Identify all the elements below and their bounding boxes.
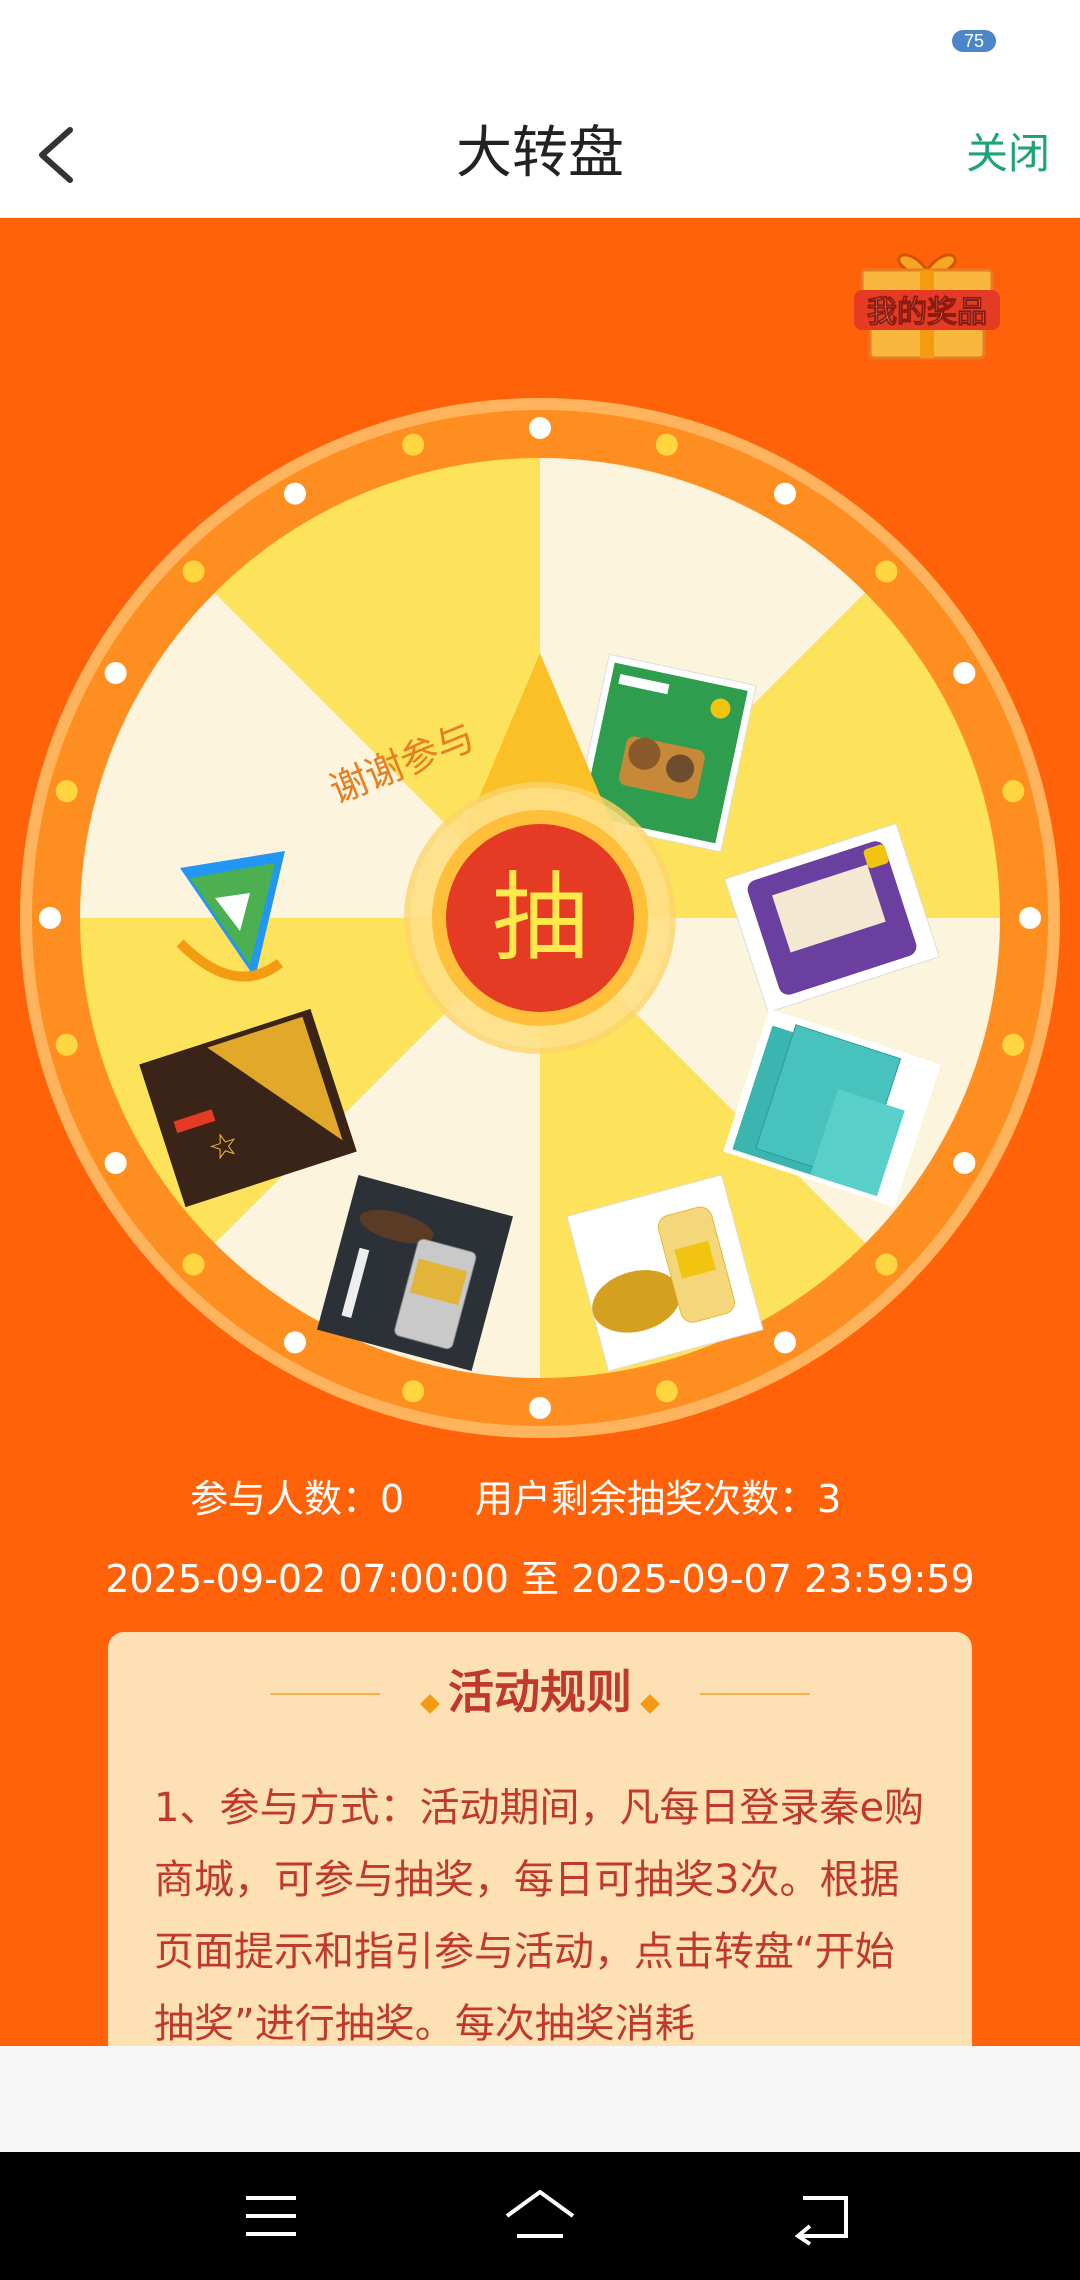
rules-card: 活动规则 1、参与方式：活动期间，凡每日登录秦e购商城，可参与抽奖，每日可抽奖3… <box>108 1632 972 2046</box>
stats-row: 参与人数：0 用户剩余抽奖次数：3 <box>0 1468 1080 1548</box>
menu-icon <box>246 2196 296 2236</box>
gift-box-icon: 我的奖品 <box>854 253 1000 360</box>
rim-light <box>39 907 61 929</box>
rim-light <box>402 1380 425 1403</box>
close-button[interactable]: 关闭 <box>966 90 1050 218</box>
rim-light <box>284 482 306 505</box>
rim-light <box>1002 1033 1025 1056</box>
rim-light <box>402 433 425 456</box>
draw-button[interactable]: 抽 <box>432 810 648 1026</box>
lucky-wheel: ☆ 谢谢参与 抽 <box>20 398 1060 1438</box>
divider-right <box>700 1693 810 1695</box>
nav-bar: 大转盘 关闭 <box>0 90 1080 218</box>
rules-header: 活动规则 <box>108 1662 972 1722</box>
lucky-wheel-page: 我的奖品 ☆ 谢谢参与 抽 参与人数：0 用户剩余抽奖次数：3 2025-09-… <box>0 218 1080 2046</box>
rim-light <box>875 560 898 583</box>
rim-light <box>55 1033 78 1056</box>
system-navigation-bar <box>0 2152 1080 2280</box>
back-system-button[interactable] <box>778 2186 868 2246</box>
activity-date-range: 2025-09-02 07:00:00 至 2025-09-07 23:59:5… <box>105 1557 975 1601</box>
rim-light <box>182 1253 205 1276</box>
return-icon <box>794 2196 848 2246</box>
diamond-icon <box>420 1693 440 1714</box>
rim-light <box>875 1253 898 1276</box>
status-bar: 75 <box>0 0 1080 90</box>
participants-count: 参与人数：0 <box>190 1477 405 1521</box>
my-prizes-label: 我的奖品 <box>867 295 987 330</box>
rules-title: 活动规则 <box>448 1665 632 1719</box>
battery-indicator: 75 <box>952 30 996 52</box>
rim-light <box>529 417 551 439</box>
rim-light <box>104 1152 127 1174</box>
rim-light <box>55 780 78 803</box>
rim-light <box>182 560 205 583</box>
bottom-spacer <box>0 2046 1080 2152</box>
home-button[interactable] <box>495 2186 585 2246</box>
rim-light <box>953 1152 976 1174</box>
rim-light <box>774 482 796 505</box>
back-button[interactable] <box>20 110 110 200</box>
rim-light <box>1002 780 1025 803</box>
page-title: 大转盘 <box>456 121 624 186</box>
rim-light <box>1019 907 1041 929</box>
rim-light <box>284 1331 306 1354</box>
rim-light <box>104 662 127 684</box>
remaining-draws: 用户剩余抽奖次数：3 <box>475 1477 842 1521</box>
my-prizes-button[interactable]: 我的奖品 <box>852 238 1002 388</box>
rim-light <box>529 1397 551 1419</box>
rim-light <box>953 662 976 684</box>
rim-light <box>655 1380 678 1403</box>
home-icon <box>505 2190 575 2238</box>
rim-light <box>655 433 678 456</box>
rules-text: 1、参与方式：活动期间，凡每日登录秦e购商城，可参与抽奖，每日可抽奖3次。根据页… <box>154 1785 925 2046</box>
diamond-icon <box>640 1693 660 1714</box>
rim-light <box>774 1331 796 1354</box>
menu-button[interactable] <box>226 2186 316 2246</box>
divider-left <box>270 1693 380 1695</box>
chevron-left-icon <box>39 127 73 183</box>
